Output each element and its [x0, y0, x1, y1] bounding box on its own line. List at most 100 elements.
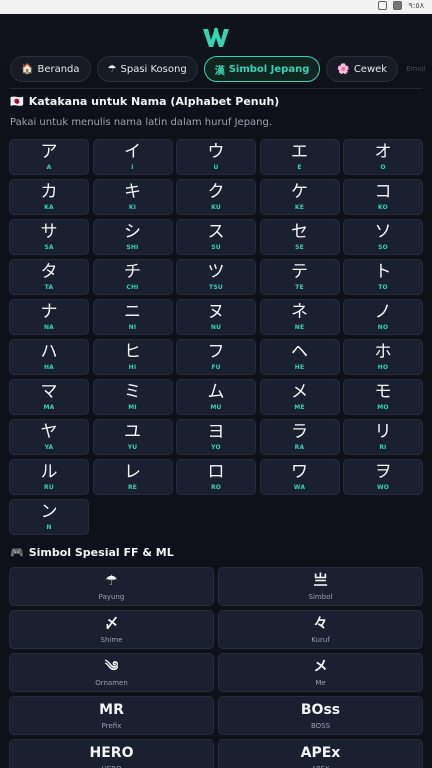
katakana-button[interactable]: ミ MI: [92, 379, 173, 415]
symbol-button[interactable]: BOss BOSS: [218, 696, 423, 735]
katakana-char: ヤ: [40, 422, 58, 442]
symbol-button[interactable]: 〆 Shime: [9, 610, 214, 649]
katakana-button[interactable]: ツ TSU: [176, 259, 256, 295]
symbol-glyph: APEx: [300, 744, 341, 761]
katakana-button[interactable]: フ FU: [176, 339, 256, 375]
katakana-button[interactable]: ヒ HI: [92, 339, 173, 375]
katakana-button[interactable]: マ MA: [9, 379, 89, 415]
tab-beranda[interactable]: 🏠 Beranda: [10, 56, 91, 82]
katakana-button[interactable]: コ KO: [343, 179, 423, 215]
katakana-char: ト: [374, 262, 392, 282]
tab-cewek[interactable]: 🌸 Cewek: [326, 56, 399, 82]
katakana-button[interactable]: モ MO: [343, 379, 423, 415]
katakana-button[interactable]: レ RE: [92, 459, 173, 495]
katakana-char: ム: [207, 382, 225, 402]
symbol-name: HERO: [101, 765, 121, 768]
katakana-button[interactable]: アA: [9, 139, 89, 175]
katakana-button[interactable]: ホ HO: [343, 339, 423, 375]
katakana-button[interactable]: ト TO: [343, 259, 423, 295]
katakana-button[interactable]: ネ NE: [259, 299, 340, 335]
special-section-title: 🎮 Simbol Spesial FF & ML: [10, 546, 174, 559]
katakana-romaji: NE: [294, 324, 305, 331]
symbol-name: Me: [315, 678, 326, 687]
symbol-button[interactable]: メ Me: [218, 653, 423, 692]
katakana-button[interactable]: エE: [259, 139, 340, 175]
katakana-button[interactable]: タ TA: [9, 259, 89, 295]
katakana-button[interactable]: ユ YU: [92, 419, 173, 455]
katakana-button[interactable]: ヘ HE: [259, 339, 340, 375]
katakana-button[interactable]: キ KI: [92, 179, 173, 215]
brand-logo-icon[interactable]: [202, 27, 230, 49]
katakana-romaji: I: [131, 164, 134, 171]
katakana-button[interactable]: ソ SO: [343, 219, 423, 255]
symbol-button[interactable]: 々 Kuruf: [218, 610, 423, 649]
katakana-button[interactable]: セ SE: [259, 219, 340, 255]
katakana-button[interactable]: テ TE: [259, 259, 340, 295]
tab-label: Spasi Kosong: [120, 63, 187, 75]
katakana-button[interactable]: オO: [343, 139, 423, 175]
katakana-button[interactable]: ル RU: [9, 459, 89, 495]
katakana-button[interactable]: ロ RO: [176, 459, 256, 495]
katakana-romaji: A: [46, 164, 52, 171]
katakana-button[interactable]: カ KA: [9, 179, 89, 215]
katakana-button[interactable]: サ SA: [9, 219, 89, 255]
katakana-button[interactable]: チ CHI: [92, 259, 173, 295]
symbol-button[interactable]: 亗 Simbol: [218, 567, 423, 606]
tabs-divider: [10, 88, 422, 89]
katakana-button[interactable]: ク KU: [176, 179, 256, 215]
katakana-char: イ: [124, 142, 141, 162]
katakana-button[interactable]: ラ RA: [259, 419, 340, 455]
katakana-button[interactable]: ケ KE: [259, 179, 340, 215]
image-icon: [393, 1, 403, 10]
katakana-button[interactable]: ワ WA: [259, 459, 340, 495]
tab-spasi-kosong[interactable]: ☂ Spasi Kosong: [96, 56, 198, 82]
katakana-button[interactable]: ナ NA: [9, 299, 89, 335]
katakana-button[interactable]: イI: [92, 139, 173, 175]
katakana-button[interactable]: ム MU: [176, 379, 256, 415]
katakana-button[interactable]: ヲ WO: [343, 459, 423, 495]
katakana-romaji: RI: [379, 444, 387, 451]
symbol-button[interactable]: APEx APEX: [218, 739, 423, 768]
katakana-romaji: YO: [211, 444, 221, 451]
katakana-button[interactable]: ウU: [176, 139, 256, 175]
katakana-char: ニ: [124, 302, 141, 322]
katakana-char: ヌ: [207, 302, 225, 322]
katakana-char: ヨ: [207, 422, 225, 442]
katakana-button[interactable]: ンN: [9, 499, 89, 535]
status-bar: ٩:٥٨: [0, 0, 432, 14]
symbol-button[interactable]: HERO HERO: [9, 739, 214, 768]
katakana-romaji: KO: [378, 204, 388, 211]
symbol-glyph: 亗: [313, 572, 328, 589]
tab-label: Beranda: [37, 63, 80, 75]
symbol-glyph: ☂: [105, 572, 118, 589]
katakana-button[interactable]: シ SHI: [92, 219, 173, 255]
katakana-button[interactable]: メ ME: [259, 379, 340, 415]
tab-simbol-jepang[interactable]: 漢 Simbol Jepang: [203, 56, 321, 82]
symbol-glyph: メ: [313, 658, 328, 675]
katakana-button[interactable]: ヤ YA: [9, 419, 89, 455]
katakana-romaji: SU: [211, 244, 221, 251]
katakana-char: リ: [374, 422, 392, 442]
tab-emoji[interactable]: Emoji: [404, 56, 427, 82]
katakana-button[interactable]: リ RI: [343, 419, 423, 455]
app-header: [0, 14, 432, 62]
katakana-romaji: O: [380, 164, 386, 171]
symbol-glyph: 〆: [104, 615, 119, 632]
symbol-button[interactable]: ☂ Payung: [9, 567, 214, 606]
katakana-char: マ: [40, 382, 58, 402]
katakana-romaji: KU: [211, 204, 221, 211]
symbol-button[interactable]: MR Prefix: [9, 696, 214, 735]
katakana-grid: ア A イ I ウ U エ E オ O カ KA キ KI ク KU ケ KE コ KO サ SA シ SHI ス SU セ SE ソ S…: [9, 139, 423, 535]
katakana-button[interactable]: ヌ NU: [176, 299, 256, 335]
symbol-name: APEX: [311, 765, 329, 768]
symbol-button[interactable]: ༄ Ornamen: [9, 653, 214, 692]
katakana-char: ハ: [40, 342, 58, 362]
katakana-char: ホ: [374, 342, 392, 362]
katakana-button[interactable]: ハ HA: [9, 339, 89, 375]
katakana-button[interactable]: ヨ YO: [176, 419, 256, 455]
katakana-romaji: HA: [43, 364, 55, 371]
katakana-button[interactable]: ス SU: [176, 219, 256, 255]
katakana-char: タ: [40, 262, 58, 282]
katakana-button[interactable]: ニ NI: [92, 299, 173, 335]
katakana-button[interactable]: ノ NO: [343, 299, 423, 335]
